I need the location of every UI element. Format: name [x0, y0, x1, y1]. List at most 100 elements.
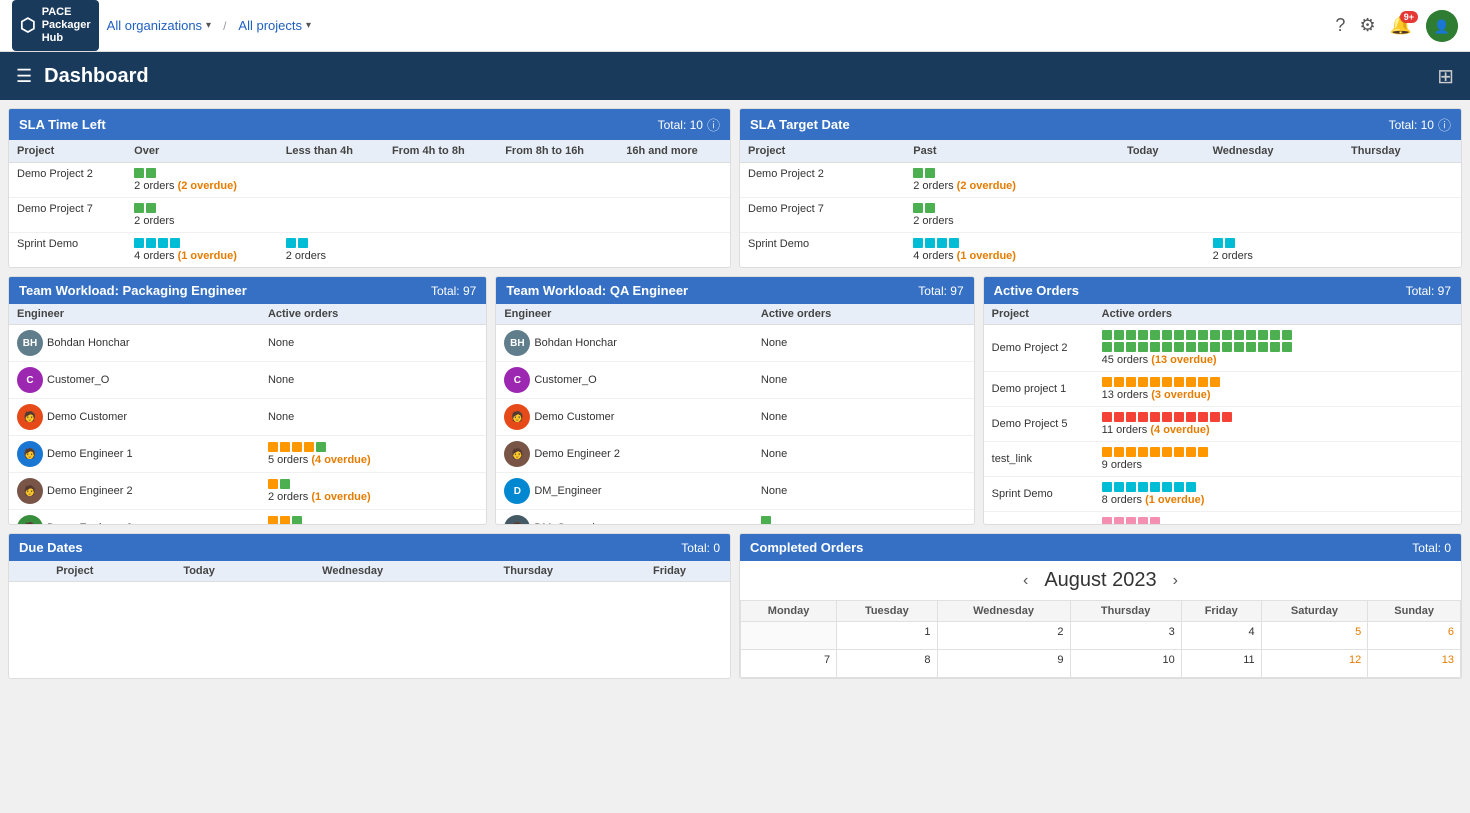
list-item: 🧑 Demo Customer None	[9, 399, 486, 436]
engineer-cell: C Customer_O	[496, 362, 753, 399]
calendar-day: 7	[741, 650, 837, 678]
team-qa-title: Team Workload: QA Engineer	[506, 283, 688, 298]
calendar-header-row: Monday Tuesday Wednesday Thursday Friday…	[741, 601, 1461, 622]
avatar: D	[504, 478, 530, 504]
block-item	[1222, 342, 1232, 352]
team-packaging-scroll[interactable]: Engineer Active orders BH Bohdan Honchar	[9, 304, 486, 524]
avatar: 🧑	[504, 441, 530, 467]
team-packaging-header: Team Workload: Packaging Engineer Total:…	[9, 277, 486, 304]
block-item	[1126, 377, 1136, 387]
engineer-name: Customer_O	[534, 374, 596, 386]
project-name: Demo Project 2	[9, 163, 126, 198]
16more-cell	[618, 233, 730, 268]
4to8h-cell	[384, 163, 497, 198]
help-button[interactable]: ?	[1335, 15, 1345, 36]
nav-right: ? ⚙ 🔔 9+ 👤	[1335, 10, 1458, 42]
project-name	[984, 512, 1094, 525]
due-dates-card: Due Dates Total: 0 Project Today Wednesd…	[8, 533, 731, 679]
block-group	[1102, 482, 1453, 492]
engineer-name: Demo Engineer 3	[47, 522, 133, 524]
header-bar: ☰ Dashboard ⊞	[0, 52, 1470, 100]
order-count: 2 orders (2 overdue)	[134, 180, 237, 192]
engineer-info: 🧑 Demo Engineer 3	[17, 515, 252, 524]
block-item	[1162, 330, 1172, 340]
org-label: All organizations	[107, 18, 202, 33]
wednesday-cell: 2 orders	[1205, 233, 1343, 268]
order-count: 2 orders	[286, 250, 326, 262]
completed-orders-card: Completed Orders Total: 0 ‹ August 2023 …	[739, 533, 1462, 679]
block-item	[1174, 342, 1184, 352]
block-item	[1222, 412, 1232, 422]
calendar-prev-button[interactable]: ‹	[1023, 572, 1028, 590]
block-item	[1150, 377, 1160, 387]
sla-target-header-row: Project Past Today Wednesday Thursday	[740, 140, 1461, 163]
day-header-wed: Wednesday	[937, 601, 1070, 622]
sla-time-total-label: Total: 10	[658, 118, 703, 132]
block-item	[1186, 377, 1196, 387]
project-name: Sprint Demo	[984, 477, 1094, 512]
block-item	[1222, 330, 1232, 340]
block-item	[1162, 377, 1172, 387]
block-item	[1174, 377, 1184, 387]
top-nav: ⬡ PACE Packager Hub All organizations ▾ …	[0, 0, 1470, 52]
block-item	[1210, 412, 1220, 422]
col-thursday: Thursday	[448, 561, 610, 582]
block-group	[1102, 412, 1453, 422]
sla-time-info-icon[interactable]: ⓘ	[707, 115, 720, 134]
mid-row: Team Workload: Packaging Engineer Total:…	[8, 276, 1462, 525]
avatar: 🧑	[504, 404, 530, 430]
project-name: Demo Project 7	[9, 198, 126, 233]
day-header-fri: Friday	[1181, 601, 1261, 622]
engineer-name: DM_Engineer	[534, 485, 601, 497]
block-item	[1198, 377, 1208, 387]
block-item	[1114, 377, 1124, 387]
project-name: test_link	[984, 442, 1094, 477]
8to16h-cell	[497, 233, 618, 268]
team-qa-scroll[interactable]: Engineer Active orders BH Bohdan Honchar	[496, 304, 973, 524]
block-group	[913, 168, 1111, 178]
page-title: Dashboard	[44, 65, 148, 88]
org-dropdown[interactable]: All organizations ▾	[107, 18, 211, 33]
completed-orders-title: Completed Orders	[750, 540, 863, 555]
block-item	[1126, 447, 1136, 457]
block-item	[1210, 330, 1220, 340]
past-cell: 2 orders (2 overdue)	[905, 163, 1119, 198]
engineer-info: 🧑 Demo Customer	[504, 404, 745, 430]
engineer-info: BH Bohdan Honchar	[17, 330, 252, 356]
block-item	[1186, 330, 1196, 340]
sla-target-table: Project Past Today Wednesday Thursday De…	[740, 140, 1461, 267]
block-group	[1102, 377, 1453, 387]
8to16h-cell	[497, 163, 618, 198]
avatar: C	[17, 367, 43, 393]
col-project: Project	[9, 561, 140, 582]
sla-target-info-icon[interactable]: ⓘ	[1438, 115, 1451, 134]
grid-view-icon[interactable]: ⊞	[1437, 66, 1454, 88]
user-avatar[interactable]: 👤	[1426, 10, 1458, 42]
settings-button[interactable]: ⚙	[1359, 15, 1375, 36]
avatar: 🧑	[17, 404, 43, 430]
today-cell	[1119, 163, 1205, 198]
engineer-header-row: Engineer Active orders	[496, 304, 973, 325]
notifications-button[interactable]: 🔔 9+	[1390, 15, 1412, 36]
col-engineer: Engineer	[9, 304, 260, 325]
project-dropdown[interactable]: All projects ▾	[238, 18, 311, 33]
calendar-next-button[interactable]: ›	[1173, 572, 1178, 590]
active-orders-scroll[interactable]: Project Active orders Demo Project 2 45	[984, 304, 1461, 524]
list-item: 🧑 Demo Engineer 2 None	[496, 436, 973, 473]
menu-icon[interactable]: ☰	[16, 66, 32, 87]
calendar-week: 7 8 9 10 11 12 13	[741, 650, 1461, 678]
engineer-info: 🧑 Demo Engineer 2	[504, 441, 745, 467]
calendar-month: August 2023	[1044, 569, 1156, 592]
engineer-name: Demo Engineer 2	[534, 448, 620, 460]
block-item	[1126, 482, 1136, 492]
engineer-info: C Customer_O	[17, 367, 252, 393]
calendar-grid: Monday Tuesday Wednesday Thursday Friday…	[740, 600, 1461, 678]
calendar-day: 3	[1070, 622, 1181, 650]
engineer-info: 🧑 Demo Customer	[17, 404, 252, 430]
orders-cell: 1 order (1 overdue)	[753, 510, 974, 525]
today-cell	[1119, 198, 1205, 233]
block-item	[268, 479, 278, 489]
block-item	[761, 516, 771, 524]
block-item	[1210, 377, 1220, 387]
wednesday-cell	[1205, 198, 1343, 233]
